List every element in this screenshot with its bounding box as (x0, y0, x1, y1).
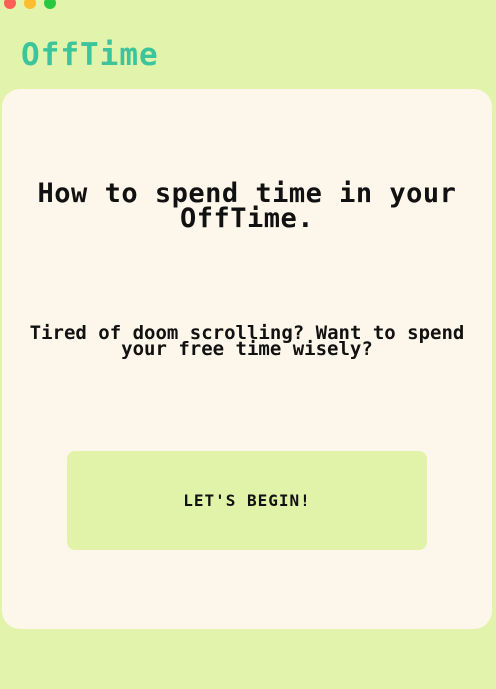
maximize-window-icon[interactable] (44, 0, 56, 9)
intro-subtext: Tired of doom scrolling? Want to spend y… (29, 322, 465, 360)
close-window-icon[interactable] (4, 0, 16, 9)
app-logo: OffTime (21, 37, 159, 73)
intro-card: How to spend time in your OffTime. Tired… (2, 89, 492, 629)
page-headline: How to spend time in your OffTime. (37, 178, 457, 234)
window-controls (4, 0, 56, 9)
minimize-window-icon[interactable] (24, 0, 36, 9)
begin-button[interactable]: LET'S BEGIN! (67, 451, 427, 550)
